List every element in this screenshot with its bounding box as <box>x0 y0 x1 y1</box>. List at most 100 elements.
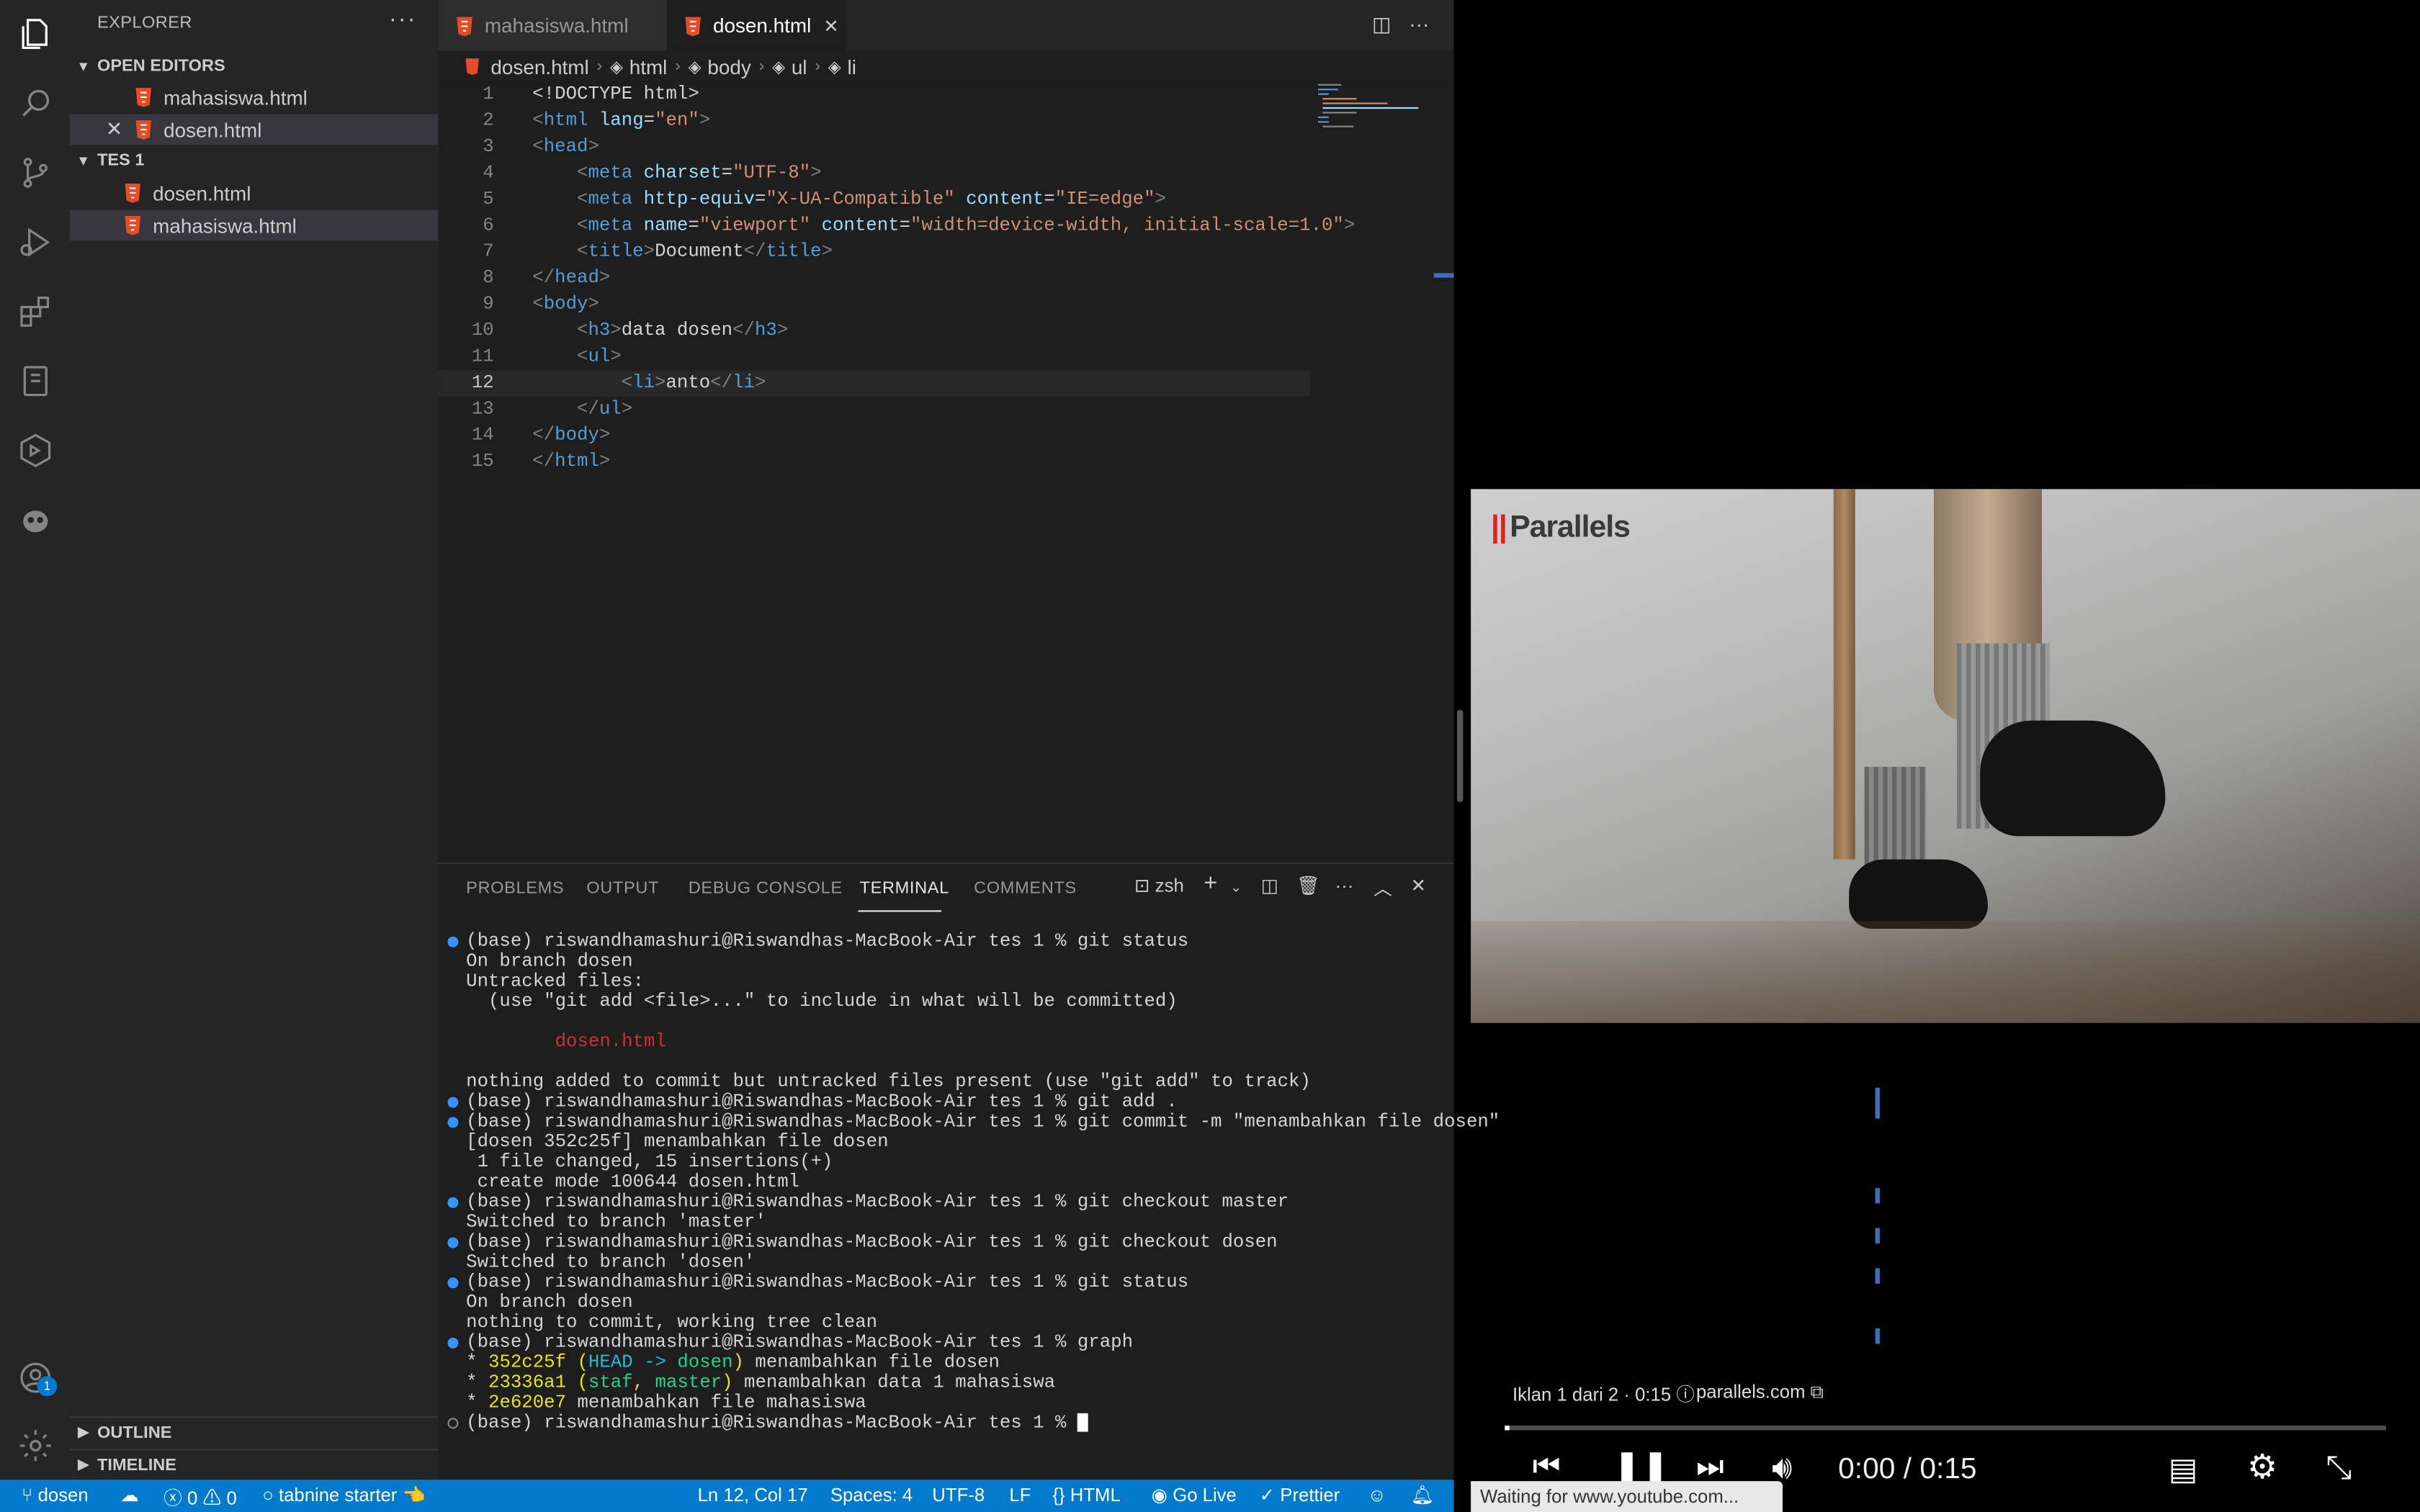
prompt-text: (base) riswandhamashuri@Riswandhas-MacBo… <box>466 1412 1077 1434</box>
breadcrumb-item[interactable]: ul <box>792 55 807 78</box>
notifications-bell-icon[interactable]: 🔔︎ <box>1411 1484 1435 1506</box>
ad-link[interactable]: parallels.com ⧉ <box>1696 1381 1824 1404</box>
outline-section[interactable]: ▶ OUTLINE <box>69 1416 439 1447</box>
extensions-icon[interactable] <box>12 289 57 333</box>
more-actions-icon[interactable]: ··· <box>1335 875 1354 896</box>
editor-tabs: mahasiswa.html dosen.html ✕ ◫ ··· <box>438 0 1454 51</box>
commit-ref: dosen <box>677 1351 733 1374</box>
open-editor-item[interactable]: ✕ dosen.html <box>69 114 439 145</box>
maximize-panel-icon[interactable]: ︿ <box>1373 875 1392 901</box>
tab-output[interactable]: OUTPUT <box>586 879 659 898</box>
tab-problems[interactable]: PROBLEMS <box>466 879 564 898</box>
tab-dosen[interactable]: dosen.html ✕ <box>666 0 846 51</box>
accounts-icon[interactable]: 1 <box>12 1354 58 1399</box>
settings-gear-icon[interactable]: ⚙ <box>2247 1447 2277 1488</box>
terminal-prompt[interactable]: (base) riswandhamashuri@Riswandhas-MacBo… <box>466 1413 1088 1434</box>
remote-explorer-icon[interactable] <box>12 428 57 472</box>
code-text: <ul> <box>577 346 622 367</box>
notebook-icon[interactable] <box>12 358 57 402</box>
explorer-icon[interactable] <box>12 11 57 55</box>
tab-terminal[interactable]: TERMINAL <box>860 879 949 898</box>
trash-icon[interactable]: 🗑 <box>1296 875 1320 896</box>
command-status-icon <box>447 1237 459 1248</box>
cursor-position[interactable]: Ln 12, Col 17 <box>698 1484 808 1506</box>
split-editor-icon[interactable]: ◫ <box>1372 12 1391 37</box>
split-divider-handle[interactable] <box>1456 709 1464 803</box>
tab-label: mahasiswa.html <box>484 14 629 37</box>
code-line: 3 <head> <box>439 134 1311 160</box>
breadcrumb-item[interactable]: li <box>848 55 856 78</box>
feedback-icon[interactable]: ☺ <box>1368 1484 1386 1506</box>
more-actions-icon[interactable]: ··· <box>389 6 417 32</box>
sync-icon[interactable]: ☁ <box>120 1484 139 1506</box>
bottom-panel: PROBLEMS OUTPUT DEBUG CONSOLE TERMINAL C… <box>438 862 1880 1480</box>
video-frame[interactable] <box>1471 489 2420 1023</box>
external-link-icon: ⧉ <box>1810 1380 1824 1403</box>
line-number: 3 <box>483 135 494 158</box>
code-text: <meta http-equiv="X-UA-Compatible" conte… <box>577 188 1166 210</box>
accounts-badge: 1 <box>37 1376 58 1397</box>
scroll-marker <box>1875 1268 1880 1284</box>
open-editor-item[interactable]: mahasiswa.html <box>69 82 438 113</box>
source-control-icon[interactable] <box>12 150 57 194</box>
terminal-line: (base) riswandhamashuri@Riswandhas-MacBo… <box>466 930 1189 953</box>
file-item[interactable]: dosen.html <box>69 177 438 208</box>
scroll-marker <box>1875 1087 1880 1119</box>
folder-section[interactable]: ▼ TES 1 <box>69 145 438 176</box>
tabnine-icon: ○ <box>262 1484 274 1506</box>
new-terminal-icon[interactable]: + <box>1204 870 1217 896</box>
indentation[interactable]: Spaces: 4 <box>830 1484 913 1506</box>
end-of-line[interactable]: LF <box>1009 1484 1031 1506</box>
close-tab-icon[interactable]: ✕ <box>823 14 839 36</box>
alien-extension-icon[interactable] <box>12 497 57 541</box>
go-live-button[interactable]: ◉ Go Live <box>1152 1484 1237 1506</box>
close-panel-icon[interactable]: ✕ <box>1411 875 1427 896</box>
video-progress-bar[interactable] <box>1505 1425 2386 1431</box>
hand-icon: 👈 <box>402 1484 426 1506</box>
prettier-status[interactable]: ✓ Prettier <box>1260 1484 1340 1506</box>
run-debug-icon[interactable] <box>12 219 57 264</box>
open-editors-section[interactable]: ▼ OPEN EDITORS <box>69 51 438 82</box>
parallels-logo: || Parallels <box>1491 510 1631 545</box>
symbol-icon: ◈ <box>688 58 702 77</box>
subtitles-icon[interactable]: ▤ <box>2169 1450 2198 1489</box>
tabnine-status[interactable]: ○ tabnine starter 👈 <box>262 1484 425 1506</box>
search-icon[interactable] <box>12 80 57 125</box>
chevron-down-icon[interactable]: ⌄ <box>1230 879 1242 896</box>
encoding[interactable]: UTF-8 <box>932 1484 985 1506</box>
file-item[interactable]: mahasiswa.html <box>69 210 439 241</box>
breadcrumb-item[interactable]: dosen.html <box>490 55 588 78</box>
command-status-icon <box>447 1097 459 1108</box>
line-number: 8 <box>483 266 494 289</box>
code-line: 9 <body> <box>439 292 1311 318</box>
terminal-shell-selector[interactable]: ⊡ zsh <box>1134 875 1184 896</box>
split-terminal-icon[interactable]: ◫ <box>1261 875 1278 896</box>
file-label: mahasiswa.html <box>153 213 297 237</box>
close-icon[interactable]: ✕ <box>102 117 126 142</box>
info-icon[interactable]: ⓘ <box>1676 1384 1695 1405</box>
tab-debug-console[interactable]: DEBUG CONSOLE <box>689 879 843 898</box>
minimap[interactable] <box>1310 82 1433 144</box>
timeline-section[interactable]: ▶ TIMELINE <box>69 1449 439 1480</box>
double-check-icon: ✓ <box>1259 1484 1276 1506</box>
browser-status-tooltip: Waiting for www.youtube.com... <box>1471 1481 1783 1512</box>
breadcrumb-item[interactable]: body <box>707 55 750 78</box>
chevron-right-icon: › <box>675 57 681 76</box>
scroll-marker <box>1875 1228 1880 1244</box>
more-actions-icon[interactable]: ··· <box>1409 12 1429 35</box>
terminal-line: nothing added to commit but untracked fi… <box>466 1071 1311 1093</box>
line-number: 10 <box>471 319 494 341</box>
settings-gear-icon[interactable] <box>12 1423 57 1467</box>
tab-mahasiswa[interactable]: mahasiswa.html <box>438 0 667 51</box>
exit-fullscreen-icon[interactable]: ⤡ <box>2326 1450 2352 1487</box>
code-text: <head> <box>532 135 599 158</box>
folder-label: TES 1 <box>97 151 145 170</box>
problems-indicator[interactable]: ⓧ 0 ⚠ 0 <box>163 1484 237 1510</box>
breadcrumb-item[interactable]: html <box>629 55 668 78</box>
branch-indicator[interactable]: ⑂ dosen <box>22 1484 89 1506</box>
code-editor[interactable]: 1 <!DOCTYPE html> 2 <html lang="en"> 3 <hea… <box>438 81 1454 863</box>
scrollbar-marker <box>1433 273 1454 278</box>
tab-comments[interactable]: COMMENTS <box>974 879 1077 898</box>
terminal-line: dosen.html <box>466 1030 666 1053</box>
language-mode[interactable]: {} HTML <box>1052 1484 1120 1506</box>
